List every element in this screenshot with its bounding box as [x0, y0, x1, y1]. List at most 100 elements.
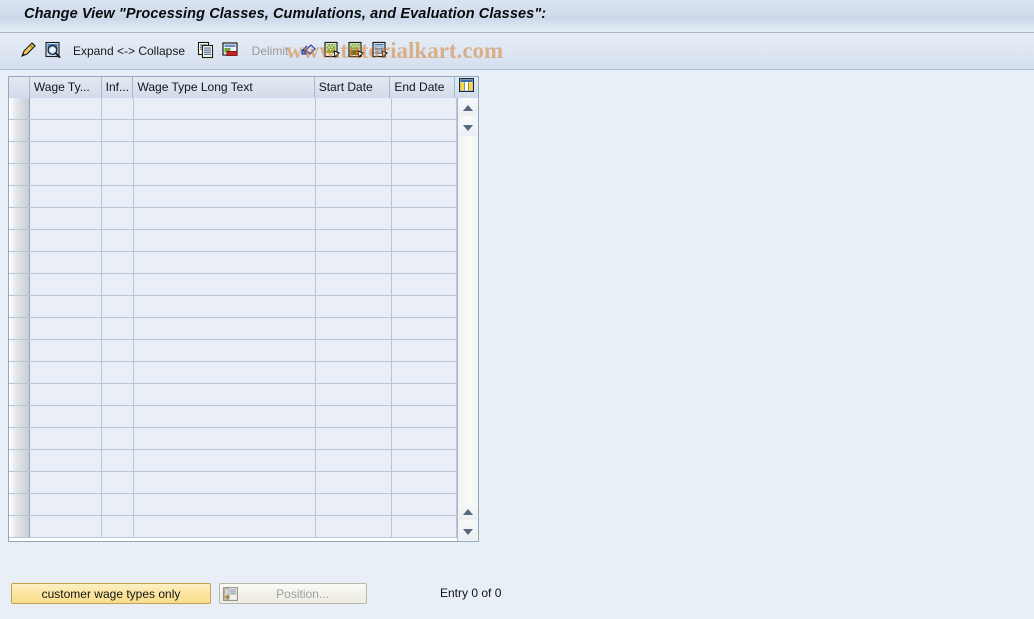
table-cell-wage-type[interactable]	[30, 296, 102, 317]
table-cell-wage-type[interactable]	[30, 384, 102, 405]
table-cell-wage-type[interactable]	[30, 230, 102, 251]
row-selector-button[interactable]	[9, 142, 30, 163]
table-cell-start-date[interactable]	[316, 208, 392, 229]
table-row[interactable]	[9, 186, 478, 208]
table-cell-wage-type-long-text[interactable]	[134, 450, 316, 471]
table-cell-end-date[interactable]	[392, 120, 457, 141]
table-row[interactable]	[9, 450, 478, 472]
table-row[interactable]	[9, 274, 478, 296]
table-cell-wage-type[interactable]	[30, 252, 102, 273]
table-cell-infotype[interactable]	[102, 428, 134, 449]
delete-button[interactable]	[218, 37, 242, 65]
table-cell-end-date[interactable]	[392, 406, 457, 427]
table-cell-end-date[interactable]	[392, 450, 457, 471]
table-cell-wage-type-long-text[interactable]	[134, 340, 316, 361]
table-cell-wage-type[interactable]	[30, 98, 102, 119]
table-cell-infotype[interactable]	[102, 164, 134, 185]
table-cell-wage-type-long-text[interactable]	[134, 296, 316, 317]
table-row[interactable]	[9, 164, 478, 186]
table-cell-infotype[interactable]	[102, 186, 134, 207]
scroll-down-button[interactable]	[459, 119, 477, 136]
table-cell-wage-type-long-text[interactable]	[134, 98, 316, 119]
row-selector-button[interactable]	[9, 208, 30, 229]
table-row[interactable]	[9, 384, 478, 406]
scroll-up-button[interactable]	[459, 99, 477, 116]
table-cell-infotype[interactable]	[102, 98, 134, 119]
table-cell-start-date[interactable]	[316, 296, 392, 317]
scroll-page-down-button[interactable]	[459, 523, 477, 540]
table-cell-infotype[interactable]	[102, 142, 134, 163]
table-cell-infotype[interactable]	[102, 274, 134, 295]
table-cell-end-date[interactable]	[392, 274, 457, 295]
table-cell-wage-type-long-text[interactable]	[134, 142, 316, 163]
table-cell-end-date[interactable]	[392, 428, 457, 449]
header-wage-type[interactable]: Wage Ty...	[29, 77, 102, 98]
table-cell-start-date[interactable]	[316, 494, 392, 515]
table-cell-start-date[interactable]	[316, 406, 392, 427]
table-row[interactable]	[9, 472, 478, 494]
row-selector-button[interactable]	[9, 472, 30, 493]
table-row[interactable]	[9, 98, 478, 120]
header-end-date[interactable]: End Date	[390, 77, 456, 98]
table-cell-wage-type-long-text[interactable]	[134, 318, 316, 339]
table-cell-wage-type-long-text[interactable]	[134, 274, 316, 295]
table-cell-end-date[interactable]	[392, 384, 457, 405]
table-cell-wage-type-long-text[interactable]	[134, 208, 316, 229]
table-cell-wage-type[interactable]	[30, 208, 102, 229]
table-row[interactable]	[9, 494, 478, 516]
row-selector-button[interactable]	[9, 230, 30, 251]
table-cell-start-date[interactable]	[316, 384, 392, 405]
table-cell-wage-type[interactable]	[30, 362, 102, 383]
expand-collapse-button[interactable]: Expand <-> Collapse	[68, 37, 190, 65]
table-row[interactable]	[9, 340, 478, 362]
table-cell-wage-type[interactable]	[30, 274, 102, 295]
table-row[interactable]	[9, 120, 478, 142]
table-row[interactable]	[9, 252, 478, 274]
table-cell-start-date[interactable]	[316, 428, 392, 449]
select-all-button[interactable]	[320, 37, 344, 65]
row-selector-button[interactable]	[9, 296, 30, 317]
scroll-page-up-button[interactable]	[459, 503, 477, 520]
table-cell-end-date[interactable]	[392, 164, 457, 185]
row-selector-button[interactable]	[9, 516, 30, 537]
table-cell-wage-type-long-text[interactable]	[134, 384, 316, 405]
table-cell-end-date[interactable]	[392, 318, 457, 339]
table-cell-wage-type[interactable]	[30, 340, 102, 361]
table-cell-end-date[interactable]	[392, 98, 457, 119]
customer-wage-types-only-button[interactable]: customer wage types only	[11, 583, 211, 604]
table-cell-wage-type[interactable]	[30, 142, 102, 163]
table-cell-end-date[interactable]	[392, 142, 457, 163]
table-cell-infotype[interactable]	[102, 230, 134, 251]
table-cell-wage-type-long-text[interactable]	[134, 252, 316, 273]
table-row[interactable]	[9, 318, 478, 340]
table-cell-start-date[interactable]	[316, 252, 392, 273]
table-row[interactable]	[9, 296, 478, 318]
row-selector-button[interactable]	[9, 494, 30, 515]
table-cell-wage-type[interactable]	[30, 318, 102, 339]
table-cell-infotype[interactable]	[102, 384, 134, 405]
table-cell-end-date[interactable]	[392, 296, 457, 317]
table-cell-end-date[interactable]	[392, 186, 457, 207]
delimit-button[interactable]: Delimit	[245, 37, 295, 65]
table-cell-wage-type-long-text[interactable]	[134, 428, 316, 449]
table-cell-start-date[interactable]	[316, 274, 392, 295]
row-selector-button[interactable]	[9, 318, 30, 339]
row-selector-button[interactable]	[9, 252, 30, 273]
header-infotype[interactable]: Inf...	[101, 77, 134, 98]
row-selector-button[interactable]	[9, 450, 30, 471]
row-selector-button[interactable]	[9, 384, 30, 405]
row-selector-button[interactable]	[9, 362, 30, 383]
table-cell-wage-type[interactable]	[30, 164, 102, 185]
table-cell-infotype[interactable]	[102, 406, 134, 427]
table-cell-start-date[interactable]	[316, 472, 392, 493]
position-button[interactable]: Position...	[219, 583, 367, 604]
table-cell-wage-type-long-text[interactable]	[134, 164, 316, 185]
table-cell-wage-type-long-text[interactable]	[134, 230, 316, 251]
table-row[interactable]	[9, 406, 478, 428]
table-cell-wage-type-long-text[interactable]	[134, 516, 316, 537]
table-cell-start-date[interactable]	[316, 318, 392, 339]
table-cell-start-date[interactable]	[316, 120, 392, 141]
table-cell-end-date[interactable]	[392, 362, 457, 383]
table-cell-end-date[interactable]	[392, 230, 457, 251]
table-cell-start-date[interactable]	[316, 186, 392, 207]
